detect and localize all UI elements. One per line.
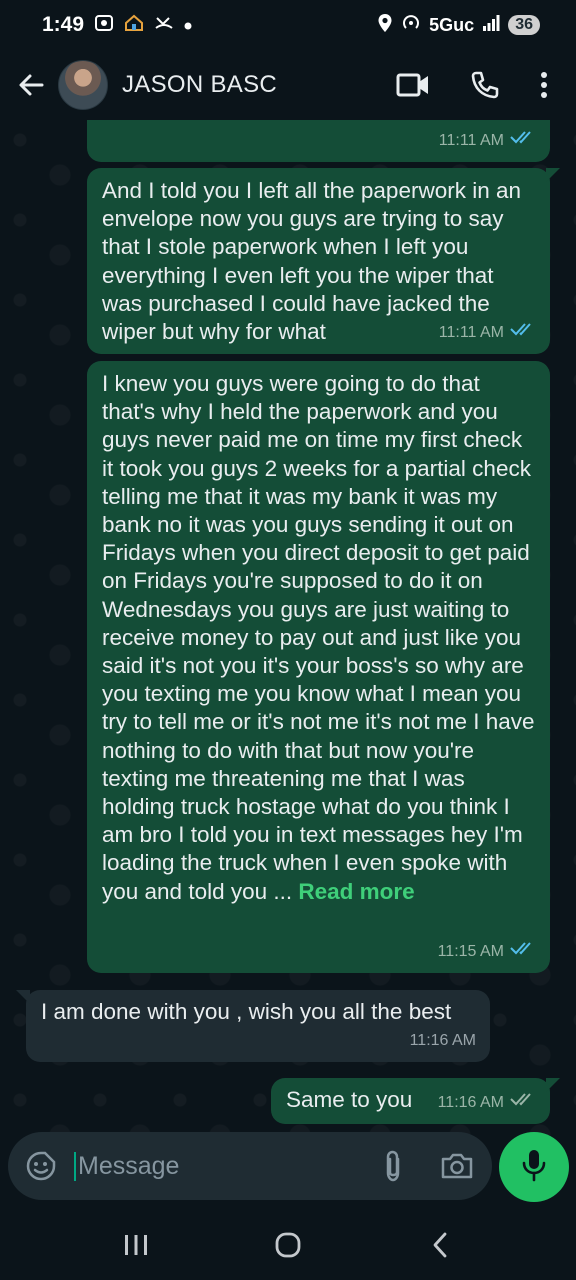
home-icon bbox=[124, 14, 144, 37]
read-receipt-icon bbox=[510, 938, 536, 966]
location-icon bbox=[377, 13, 393, 38]
message-time: 11:16 AM bbox=[437, 1093, 504, 1111]
status-bar: 1:49 5Guc 36 bbox=[0, 0, 576, 50]
message-meta: 11:11 AM bbox=[439, 127, 536, 155]
message-meta: 11:11 AM bbox=[439, 319, 536, 347]
home-nav-icon[interactable] bbox=[258, 1220, 318, 1270]
status-time: 1:49 bbox=[42, 13, 85, 36]
message-body: I knew you guys were going to do that th… bbox=[102, 371, 535, 904]
camera-icon[interactable] bbox=[440, 1152, 474, 1180]
contact-avatar[interactable] bbox=[58, 60, 108, 110]
screenshot-icon bbox=[94, 14, 114, 37]
video-call-icon[interactable] bbox=[396, 72, 430, 98]
message-time: 11:11 AM bbox=[438, 131, 504, 149]
message-text: I am done with you , wish you all the be… bbox=[41, 999, 452, 1024]
back-nav-icon[interactable] bbox=[410, 1220, 470, 1270]
recents-icon[interactable] bbox=[106, 1220, 166, 1270]
message-text: I knew you guys were going to do that th… bbox=[102, 370, 536, 906]
attach-icon[interactable] bbox=[382, 1149, 404, 1183]
message-bubble-outgoing[interactable]: 11:11 AM bbox=[87, 120, 550, 162]
chat-header: JASON BASC bbox=[0, 50, 576, 120]
message-bubble-outgoing[interactable]: Same to you 11:16 AM bbox=[271, 1078, 560, 1124]
read-receipt-icon bbox=[510, 319, 536, 347]
dot-icon bbox=[184, 15, 192, 35]
voice-call-icon[interactable] bbox=[470, 70, 500, 100]
read-receipt-icon bbox=[510, 127, 536, 155]
header-actions bbox=[396, 70, 562, 100]
more-menu-icon[interactable] bbox=[540, 71, 548, 99]
status-left: 1:49 bbox=[42, 13, 192, 37]
message-bubble-incoming[interactable]: I am done with you , wish you all the be… bbox=[16, 990, 490, 1062]
back-arrow-icon[interactable] bbox=[14, 68, 48, 102]
emoji-icon[interactable] bbox=[24, 1149, 58, 1183]
message-time: 11:15 AM bbox=[437, 942, 504, 960]
battery-indicator: 36 bbox=[508, 15, 540, 35]
delivered-receipt-icon bbox=[510, 1089, 536, 1117]
message-bubble-outgoing[interactable]: I knew you guys were going to do that th… bbox=[87, 361, 550, 973]
system-nav-bar bbox=[0, 1210, 576, 1280]
message-composer bbox=[8, 1132, 492, 1200]
hotspot-icon bbox=[401, 13, 421, 38]
message-time: 11:11 AM bbox=[438, 323, 504, 341]
mic-icon bbox=[521, 1148, 547, 1187]
status-right: 5Guc 36 bbox=[377, 13, 540, 38]
message-bubble-outgoing[interactable]: And I told you I left all the paperwork … bbox=[87, 168, 560, 354]
message-meta: 11:15 AM bbox=[438, 938, 536, 966]
contact-name[interactable]: JASON BASC bbox=[122, 71, 277, 99]
message-time: 11:16 AM bbox=[409, 1031, 476, 1049]
mic-button[interactable] bbox=[499, 1132, 569, 1202]
missed-call-icon bbox=[154, 14, 174, 37]
message-meta: 11:16 AM bbox=[438, 1089, 536, 1117]
network-label: 5Guc bbox=[429, 14, 475, 35]
chat-area[interactable]: 11:11 AM And I told you I left all the p… bbox=[0, 120, 576, 1135]
read-more-link[interactable]: Read more bbox=[298, 879, 414, 904]
message-input[interactable] bbox=[74, 1151, 334, 1181]
signal-icon bbox=[482, 14, 500, 37]
message-meta: 11:16 AM bbox=[410, 1027, 476, 1055]
